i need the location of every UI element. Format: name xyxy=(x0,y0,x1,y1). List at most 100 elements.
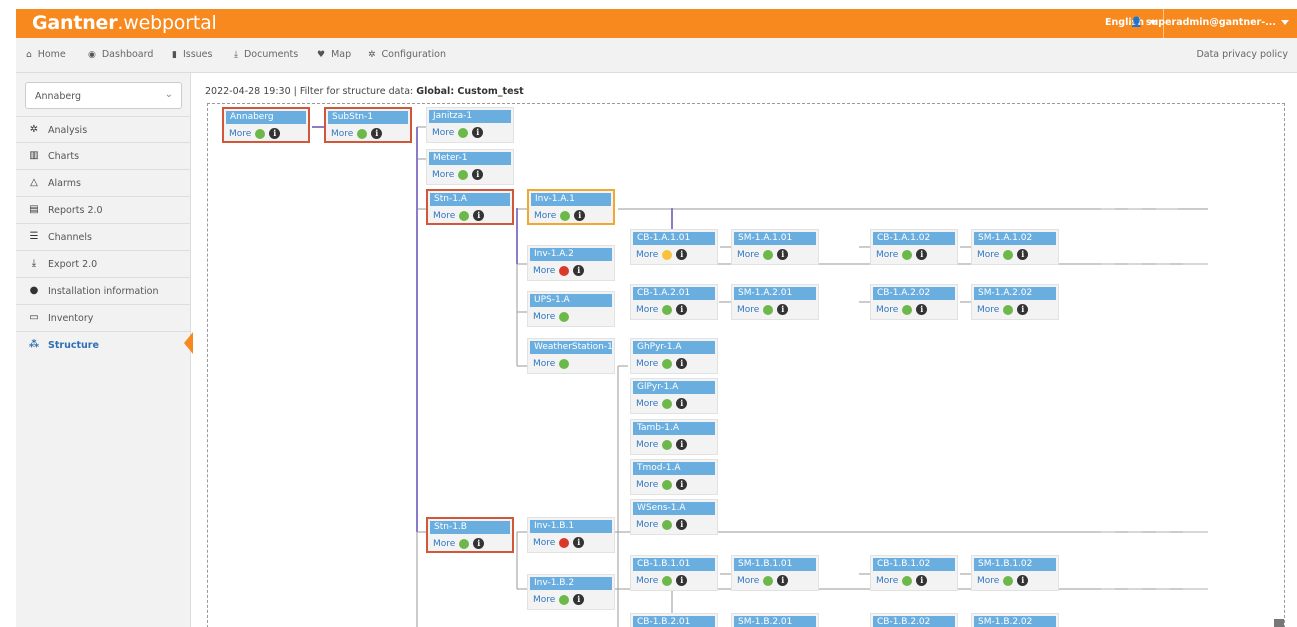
node-title[interactable]: WeatherStation-1.A xyxy=(530,341,612,354)
sidebar-item-structure[interactable]: ⁂ Structure xyxy=(16,332,193,359)
node-title[interactable]: CB-1.B.2.02 xyxy=(873,616,955,627)
structure-node[interactable]: Meter-1 More i xyxy=(426,149,514,185)
node-title[interactable]: Stn-1.A xyxy=(430,193,510,206)
node-title[interactable]: Meter-1 xyxy=(429,152,511,165)
structure-node[interactable]: Tmod-1.A More i xyxy=(630,459,718,495)
info-icon[interactable]: i xyxy=(777,304,789,315)
node-title[interactable]: SubStn-1 xyxy=(328,111,408,124)
more-link[interactable]: More xyxy=(533,266,555,276)
structure-node[interactable]: WSens-1.A More i xyxy=(630,499,718,535)
structure-node[interactable]: SM-1.B.1.01 More i xyxy=(731,555,819,591)
structure-node[interactable]: Stn-1.B More i xyxy=(426,517,514,553)
node-title[interactable]: Stn-1.B xyxy=(430,521,510,534)
node-title[interactable]: CB-1.B.2.01 xyxy=(633,616,715,627)
info-icon[interactable]: i xyxy=(676,479,688,490)
more-link[interactable]: More xyxy=(433,539,455,549)
site-select[interactable]: Annaberg ⌄ xyxy=(25,82,182,109)
node-title[interactable]: CB-1.B.1.01 xyxy=(633,558,715,571)
more-link[interactable]: More xyxy=(737,305,759,315)
info-icon[interactable]: i xyxy=(472,169,484,180)
structure-node[interactable]: Stn-1.A More i xyxy=(426,189,514,225)
structure-node[interactable]: SubStn-1 More i xyxy=(324,107,412,143)
node-title[interactable]: Janitza-1 xyxy=(429,110,511,123)
node-title[interactable]: UPS-1.A xyxy=(530,294,612,307)
info-icon[interactable]: i xyxy=(916,304,928,315)
structure-node[interactable]: UPS-1.A More xyxy=(527,291,615,327)
structure-node[interactable]: Tamb-1.A More i xyxy=(630,419,718,455)
node-title[interactable]: Annaberg xyxy=(226,111,306,124)
more-link[interactable]: More xyxy=(533,538,555,548)
info-icon[interactable]: i xyxy=(1017,304,1029,315)
structure-node[interactable]: CB-1.A.1.01 More i xyxy=(630,229,718,265)
node-title[interactable]: Tmod-1.A xyxy=(633,462,715,475)
info-icon[interactable]: i xyxy=(574,210,586,221)
node-title[interactable]: SM-1.B.2.01 xyxy=(734,616,816,627)
more-link[interactable]: More xyxy=(533,312,555,322)
more-link[interactable]: More xyxy=(636,305,658,315)
sidebar-item-export[interactable]: ⤓ Export 2.0 xyxy=(16,251,191,278)
structure-node[interactable]: SM-1.B.1.02 More i xyxy=(971,555,1059,591)
more-link[interactable]: More xyxy=(876,305,898,315)
info-icon[interactable]: i xyxy=(777,575,789,586)
structure-node[interactable]: Annaberg More i xyxy=(222,107,310,143)
more-link[interactable]: More xyxy=(977,305,999,315)
structure-node[interactable]: GhPyr-1.A More i xyxy=(630,338,718,374)
node-title[interactable]: Tamb-1.A xyxy=(633,422,715,435)
nav-map[interactable]: ♥ Map xyxy=(317,49,351,60)
structure-node[interactable]: SM-1.A.2.02 More i xyxy=(971,284,1059,320)
structure-node[interactable]: SM-1.A.1.02 More i xyxy=(971,229,1059,265)
sidebar-item-reports[interactable]: ▤ Reports 2.0 xyxy=(16,197,191,224)
sidebar-item-analysis[interactable]: ✲ Analysis xyxy=(16,116,191,143)
info-icon[interactable]: i xyxy=(473,210,485,221)
info-icon[interactable]: i xyxy=(676,304,688,315)
scroll-handle[interactable] xyxy=(1274,619,1284,627)
node-title[interactable]: GhPyr-1.A xyxy=(633,341,715,354)
structure-node[interactable]: CB-1.A.1.02 More i xyxy=(870,229,958,265)
info-icon[interactable]: i xyxy=(573,537,585,548)
node-title[interactable]: CB-1.A.1.01 xyxy=(633,232,715,245)
structure-node[interactable]: CB-1.B.1.02 More i xyxy=(870,555,958,591)
more-link[interactable]: More xyxy=(876,576,898,586)
node-title[interactable]: SM-1.B.2.02 xyxy=(974,616,1056,627)
more-link[interactable]: More xyxy=(977,250,999,260)
info-icon[interactable]: i xyxy=(473,538,485,549)
more-link[interactable]: More xyxy=(876,250,898,260)
more-link[interactable]: More xyxy=(533,359,555,369)
node-title[interactable]: Inv-1.B.1 xyxy=(530,520,612,533)
more-link[interactable]: More xyxy=(636,440,658,450)
nav-documents[interactable]: ⤓ Documents xyxy=(234,49,298,60)
info-icon[interactable]: i xyxy=(916,575,928,586)
node-title[interactable]: CB-1.A.1.02 xyxy=(873,232,955,245)
more-link[interactable]: More xyxy=(636,576,658,586)
nav-dashboard[interactable]: ◉ Dashboard xyxy=(88,49,153,60)
structure-node[interactable]: SM-1.A.1.01 More i xyxy=(731,229,819,265)
info-icon[interactable]: i xyxy=(916,249,928,260)
more-link[interactable]: More xyxy=(229,129,251,139)
info-icon[interactable]: i xyxy=(676,575,688,586)
info-icon[interactable]: i xyxy=(676,439,688,450)
node-title[interactable]: WSens-1.A xyxy=(633,502,715,515)
node-title[interactable]: SM-1.A.2.01 xyxy=(734,287,816,300)
more-link[interactable]: More xyxy=(534,211,556,221)
nav-home[interactable]: ⌂ Home xyxy=(26,49,66,60)
node-title[interactable]: SM-1.A.1.02 xyxy=(974,232,1056,245)
more-link[interactable]: More xyxy=(636,480,658,490)
info-icon[interactable]: i xyxy=(676,249,688,260)
structure-node[interactable]: CB-1.A.2.01 More i xyxy=(630,284,718,320)
structure-node[interactable]: Inv-1.B.1 More i xyxy=(527,517,615,553)
more-link[interactable]: More xyxy=(432,128,454,138)
more-link[interactable]: More xyxy=(737,576,759,586)
info-icon[interactable]: i xyxy=(676,398,688,409)
more-link[interactable]: More xyxy=(433,211,455,221)
structure-node[interactable]: CB-1.B.2.01 xyxy=(630,613,718,627)
structure-node[interactable]: Inv-1.A.1 More i xyxy=(527,189,615,225)
node-title[interactable]: SM-1.B.1.01 xyxy=(734,558,816,571)
structure-node[interactable]: SM-1.B.2.02 xyxy=(971,613,1059,627)
node-title[interactable]: Inv-1.A.1 xyxy=(531,193,611,206)
node-title[interactable]: Inv-1.B.2 xyxy=(530,577,612,590)
sidebar-item-inventory[interactable]: ▭ Inventory xyxy=(16,305,191,332)
info-icon[interactable]: i xyxy=(269,128,281,139)
more-link[interactable]: More xyxy=(977,576,999,586)
info-icon[interactable]: i xyxy=(573,594,585,605)
structure-node[interactable]: WeatherStation-1.A More xyxy=(527,338,615,374)
